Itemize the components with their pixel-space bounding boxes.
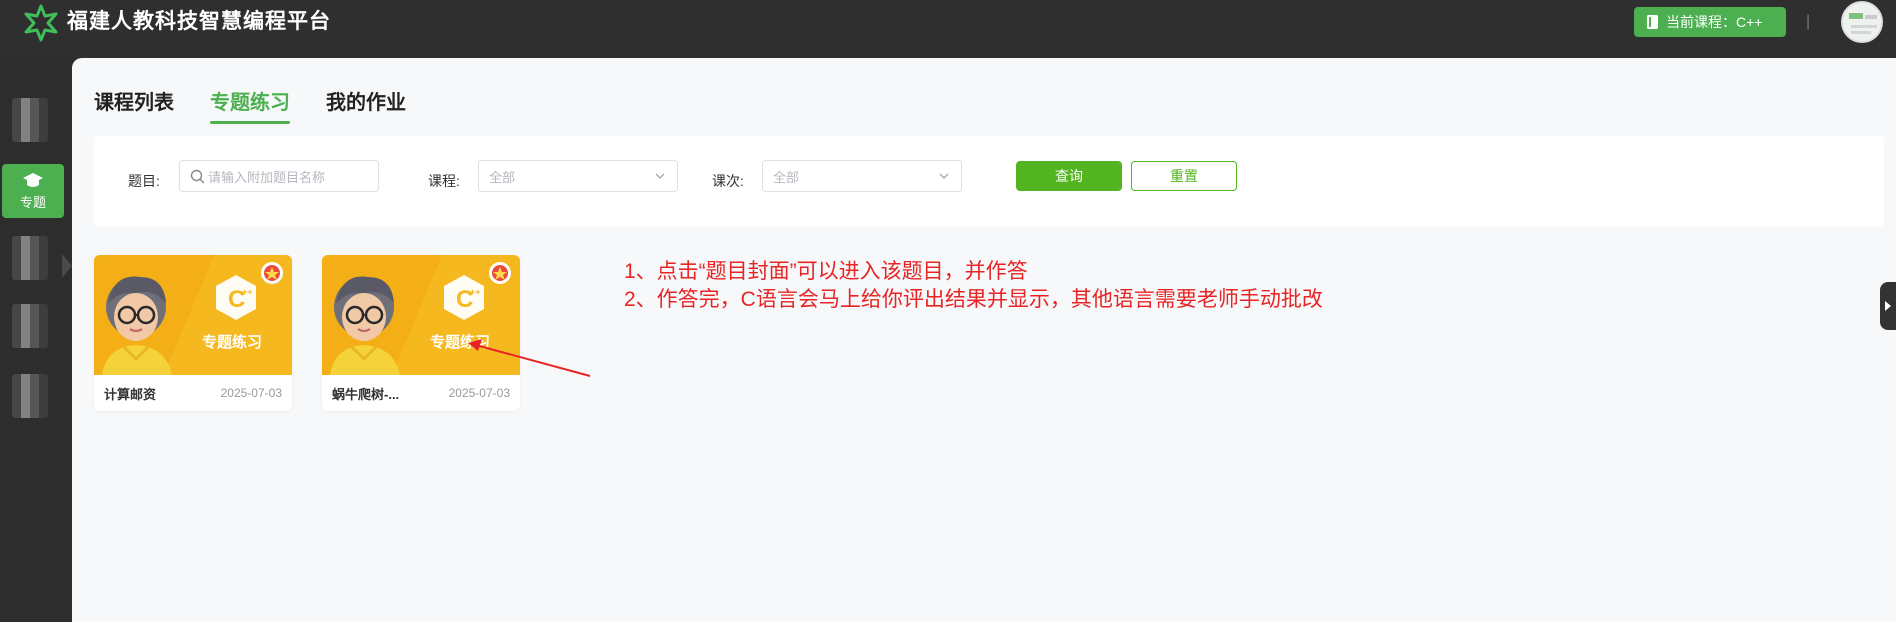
filter-bar: 题目: 请输入附加题目名称 课程: 全部 课次: 全部 查询 重置 [94, 136, 1884, 226]
topic-search-input[interactable]: 请输入附加题目名称 [179, 160, 379, 192]
card-footer: 蜗牛爬树-... 2025-07-03 [322, 375, 520, 411]
tab-my-homework[interactable]: 我的作业 [326, 90, 406, 124]
tab-topic-practice[interactable]: 专题练习 [210, 90, 290, 124]
topic-cover-image[interactable]: C ++ 专题练习 [322, 255, 520, 375]
avatar-image-icon [1843, 3, 1881, 41]
top-bar: 福建人教科技智慧编程平台 当前课程：C++ | [0, 0, 1896, 58]
card-footer: 计算邮资 2025-07-03 [94, 375, 292, 411]
current-course-label: 当前课程：C++ [1666, 14, 1763, 30]
avatar[interactable] [1841, 1, 1883, 43]
card-date: 2025-07-03 [220, 386, 282, 400]
nav-item-blurred[interactable] [12, 236, 48, 280]
topic-card[interactable]: C ++ 专题练习 蜗牛爬树-... 2025-07-03 [322, 255, 520, 411]
course-select-value: 全部 [489, 169, 516, 185]
tab-bar: 课程列表 专题练习 我的作业 [94, 90, 406, 124]
card-title: 计算邮资 [104, 386, 157, 402]
reset-button[interactable]: 重置 [1131, 161, 1237, 191]
topic-search-placeholder: 请输入附加题目名称 [208, 169, 326, 185]
app-title: 福建人教科技智慧编程平台 [67, 10, 331, 33]
card-date: 2025-07-03 [448, 386, 510, 400]
chevron-down-icon [939, 173, 949, 179]
graduation-cap-icon [23, 172, 43, 187]
instruction-line-1: 1、点击“题目封面”可以进入该题目，并作答 [624, 260, 1028, 283]
main-panel: 课程列表 专题练习 我的作业 题目: 请输入附加题目名称 课程: 全部 课次: … [72, 58, 1896, 622]
instruction-note: 1、点击“题目封面”可以进入该题目，并作答 2、作答完，C语言会马上给你评出结果… [624, 258, 1323, 314]
side-nav: 专题 [0, 58, 72, 622]
logo-icon [24, 4, 58, 42]
nav-expand-arrow-icon[interactable] [62, 254, 72, 278]
query-button[interactable]: 查询 [1016, 161, 1122, 191]
search-icon [190, 169, 205, 184]
caret-right-icon [1885, 301, 1891, 311]
lesson-select[interactable]: 全部 [762, 160, 962, 192]
topic-label: 题目: [128, 173, 160, 189]
nav-item-topic[interactable]: 专题 [2, 164, 64, 218]
topic-cover-image[interactable]: C ++ 专题练习 [94, 255, 292, 375]
current-course-button[interactable]: 当前课程：C++ [1634, 7, 1786, 37]
instruction-line-2: 2、作答完，C语言会马上给你评出结果并显示，其他语言需要老师手动批改 [624, 288, 1323, 311]
nav-item-topic-label: 专题 [19, 194, 46, 210]
topic-card[interactable]: C ++ 专题练习 计算邮资 2025-07-03 [94, 255, 292, 411]
course-label: 课程: [428, 173, 460, 189]
svg-text:++: ++ [470, 287, 481, 297]
book-icon [1647, 15, 1658, 29]
tab-course-list[interactable]: 课程列表 [94, 90, 174, 124]
chevron-down-icon [655, 173, 665, 179]
svg-text:++: ++ [242, 287, 253, 297]
lesson-label: 课次: [712, 173, 744, 189]
card-title: 蜗牛爬树-... [332, 386, 400, 402]
nav-item-blurred[interactable] [12, 304, 48, 348]
cover-title: 专题练习 [202, 333, 262, 351]
lesson-select-value: 全部 [773, 169, 800, 185]
course-select[interactable]: 全部 [478, 160, 678, 192]
nav-item-blurred[interactable] [12, 98, 48, 142]
cover-title: 专题练习 [430, 333, 490, 351]
nav-item-blurred[interactable] [12, 374, 48, 418]
header-separator: | [1806, 13, 1811, 30]
side-panel-toggle[interactable] [1880, 282, 1896, 330]
